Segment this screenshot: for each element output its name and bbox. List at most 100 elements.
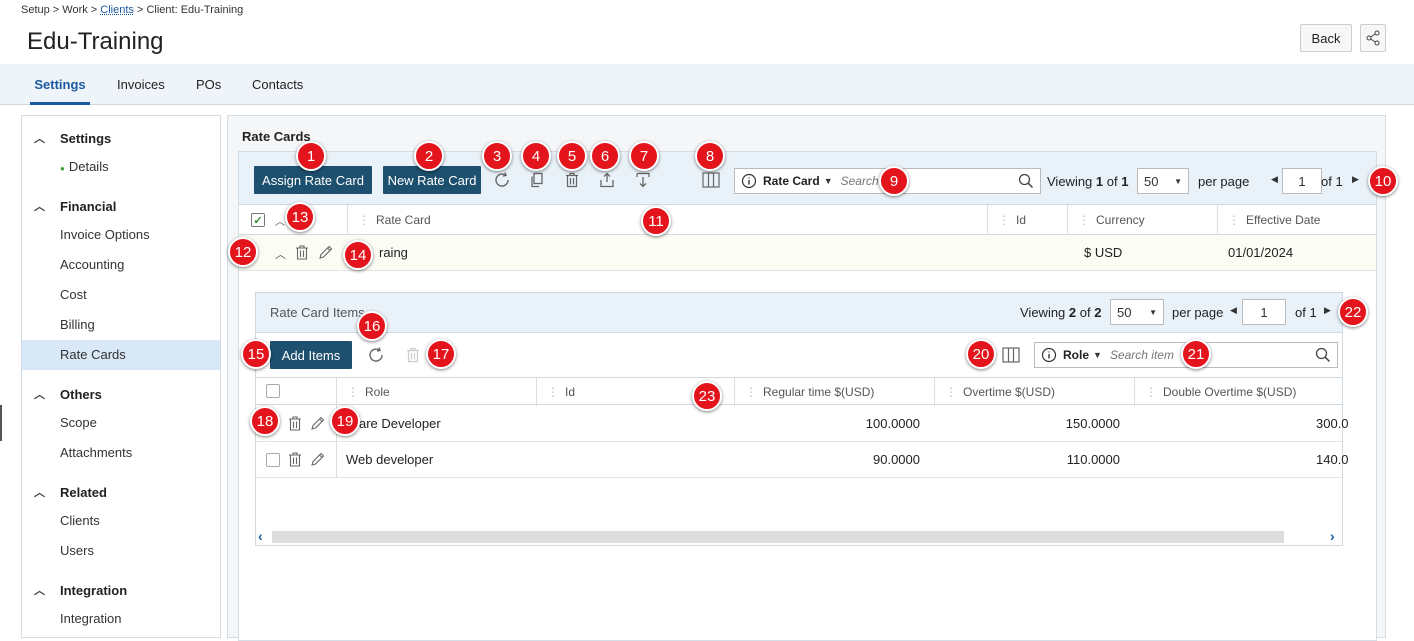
per-page-value: 50 [1144, 173, 1159, 189]
sidebar-item-integration[interactable]: Integration [22, 604, 220, 634]
column-header-label: Regular time $(USD) [763, 385, 875, 399]
export-icon[interactable] [596, 169, 618, 191]
tab-invoices[interactable]: Invoices [117, 64, 165, 105]
sidebar-section-settings[interactable]: ︿ Settings [34, 128, 111, 148]
sidebar-item-users[interactable]: Users [22, 536, 220, 566]
refresh-icon[interactable] [491, 169, 513, 191]
columns-icon[interactable] [700, 169, 722, 191]
delete-row-icon[interactable] [288, 416, 302, 431]
refresh-icon[interactable] [365, 344, 387, 366]
sidebar-item-accounting[interactable]: Accounting [22, 250, 220, 280]
per-page-value: 50 [1117, 304, 1132, 320]
viewing-label: Viewing [1047, 174, 1093, 189]
share-icon [1366, 30, 1380, 46]
viewing-of: of [1106, 174, 1118, 189]
sidebar-section-related[interactable]: ︿ Related [34, 482, 107, 502]
page-number-input[interactable]: 1 [1282, 168, 1322, 194]
scroll-right-icon[interactable]: › [1330, 528, 1335, 544]
sidebar-section-label: Others [60, 386, 102, 402]
sidebar-item-cost[interactable]: Cost [22, 280, 220, 310]
viewing-start: 1 [1095, 174, 1104, 189]
viewing-total: 1 [1121, 174, 1129, 189]
table-row[interactable]: tware Developer 100.0000 150.0000 300.0 [256, 406, 1349, 442]
tab-pos[interactable]: POs [196, 64, 221, 105]
select-all-checkbox[interactable]: ✓ [251, 213, 265, 227]
import-icon[interactable] [632, 169, 654, 191]
per-page-select[interactable]: 50 ▼ [1137, 168, 1189, 194]
table-row[interactable]: ︿ raing $ USD 01/01/2024 [239, 235, 1376, 271]
tab-contacts[interactable]: Contacts [252, 64, 303, 105]
column-header-overtime[interactable]: ⋮ Overtime $(USD) [934, 378, 1134, 406]
columns-icon[interactable] [1000, 344, 1022, 366]
next-page-icon[interactable]: ▶ [1324, 305, 1331, 316]
sidebar-section-integration[interactable]: ︿ Integration [34, 580, 127, 600]
scroll-left-icon[interactable]: ‹ [258, 528, 263, 544]
delete-icon[interactable] [402, 344, 424, 366]
copy-icon[interactable] [526, 169, 548, 191]
sidebar-item-billing[interactable]: Billing [22, 310, 220, 340]
edit-row-icon[interactable] [310, 452, 325, 467]
column-header-id[interactable]: ⋮ Id [987, 205, 1067, 235]
sidebar-item-clients[interactable]: Clients [22, 506, 220, 536]
item-overtime: 150.0000 [1065, 416, 1120, 431]
search-icon[interactable] [1018, 173, 1034, 189]
collapse-row-icon[interactable]: ︿ [275, 246, 286, 262]
column-header-label: Id [1016, 213, 1027, 227]
column-header-role[interactable]: ⋮ Role [336, 378, 536, 406]
per-page-label: per page [1198, 174, 1250, 189]
prev-page-icon[interactable]: ◀ [1230, 305, 1237, 316]
column-header-regular-time[interactable]: ⋮ Regular time $(USD) [734, 378, 934, 406]
rate-card-name: raing [379, 245, 408, 260]
table-row[interactable]: Web developer 90.0000 110.0000 140.0 [256, 442, 1349, 478]
items-viewing-count: Viewing 2 of 2 [1020, 305, 1101, 320]
edit-row-icon[interactable] [310, 416, 325, 431]
sidebar-section-others[interactable]: ︿ Others [34, 384, 102, 404]
sidebar-item-invoice-options[interactable]: Invoice Options [22, 220, 220, 250]
sidebar-item-scope[interactable]: Scope [22, 408, 220, 438]
callout-marker: 7 [629, 141, 659, 171]
sidebar-section-financial[interactable]: ︿ Financial [34, 196, 116, 216]
column-header-currency[interactable]: ⋮ Currency [1067, 205, 1217, 235]
sidebar-section-label: Settings [60, 130, 112, 146]
items-per-page-select[interactable]: 50 ▼ [1110, 299, 1164, 325]
column-header-effective-date[interactable]: ⋮ Effective Date [1217, 205, 1367, 235]
next-page-icon[interactable]: ▶ [1352, 174, 1359, 185]
sidebar-item-rate-cards[interactable]: Rate Cards [22, 340, 220, 370]
add-items-button[interactable]: Add Items [270, 341, 352, 369]
back-button[interactable]: Back [1300, 24, 1352, 52]
search-placeholder: Search item [1109, 348, 1174, 362]
breadcrumb-clients-link[interactable]: Clients [100, 4, 134, 16]
callout-marker: 15 [241, 339, 271, 369]
chevron-up-icon: ︿ [34, 585, 45, 597]
sidebar-item-attachments[interactable]: Attachments [22, 438, 220, 468]
column-header-label: Double Overtime $(USD) [1163, 385, 1297, 399]
scroll-thumb[interactable] [272, 531, 1284, 543]
search-placeholder: Search [840, 174, 879, 188]
items-select-all-checkbox[interactable] [266, 384, 280, 398]
share-button[interactable] [1360, 24, 1386, 52]
row-checkbox[interactable] [266, 453, 280, 467]
search-scope-label[interactable]: Role [1063, 348, 1089, 362]
prev-page-icon[interactable]: ◀ [1271, 174, 1278, 185]
search-icon[interactable] [1315, 347, 1331, 363]
item-regular-time: 90.0000 [873, 452, 920, 467]
horizontal-scrollbar[interactable]: ‹ › [256, 527, 1342, 545]
item-double-overtime: 140.0 [1316, 452, 1349, 467]
delete-row-icon[interactable] [295, 245, 309, 260]
sidebar-item-details[interactable]: ● Details [22, 152, 220, 182]
sidebar-item-label: Details [68, 159, 109, 174]
items-page-number-input[interactable]: 1 [1242, 299, 1286, 325]
delete-icon[interactable] [561, 169, 583, 191]
item-regular-time: 100.0000 [865, 416, 920, 431]
column-header-double-overtime[interactable]: ⋮ Double Overtime $(USD) [1134, 378, 1342, 406]
delete-row-icon[interactable] [288, 452, 302, 467]
info-icon [1041, 347, 1057, 363]
section-title: Rate Cards [242, 129, 311, 144]
callout-marker: 5 [557, 141, 587, 171]
items-of-pages: of 1 [1295, 305, 1317, 320]
collapse-all-icon[interactable]: ︿ [275, 213, 285, 228]
search-scope-label[interactable]: Rate Card [763, 174, 820, 188]
tab-settings[interactable]: Settings [30, 64, 90, 105]
edit-row-icon[interactable] [318, 245, 333, 260]
sidebar-section-label: Integration [60, 582, 128, 598]
